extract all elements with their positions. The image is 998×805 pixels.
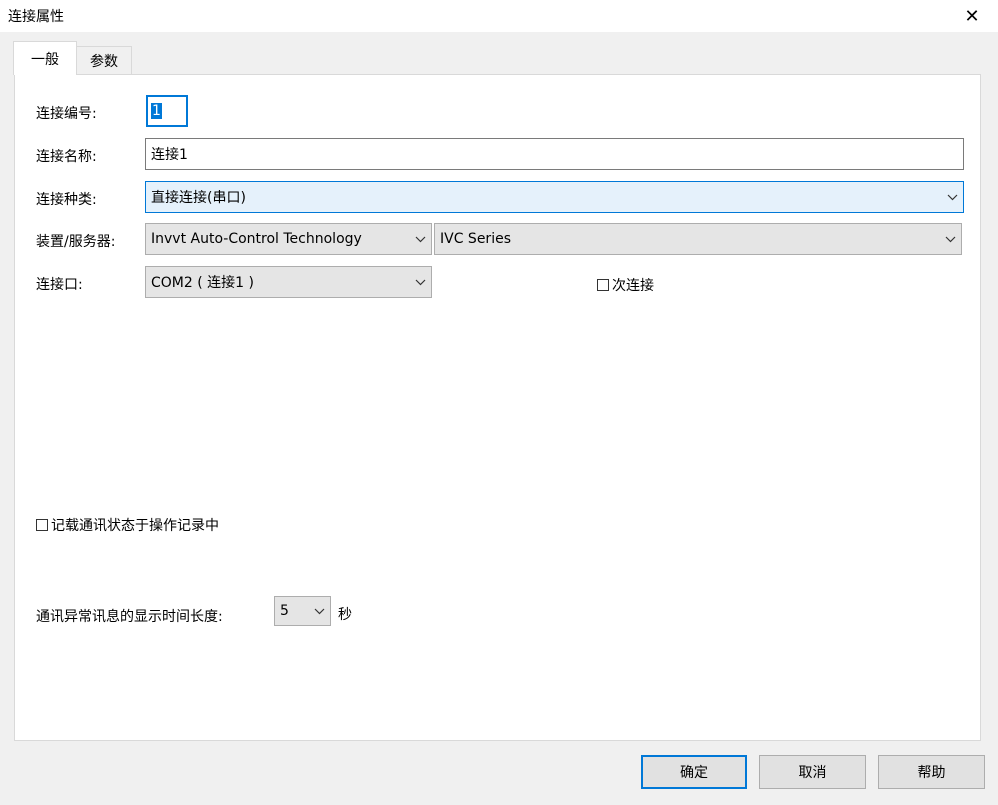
checkbox-box[interactable] <box>36 519 48 531</box>
ok-button[interactable]: 确定 <box>641 755 747 789</box>
connection-type-label: 连接种类: <box>36 192 97 208</box>
connection-name-label: 连接名称: <box>36 149 97 165</box>
timeout-unit: 秒 <box>338 607 352 623</box>
checkbox-box[interactable] <box>597 279 609 291</box>
tab-general[interactable]: 一般 <box>13 41 77 75</box>
log-comm-status-checkbox[interactable]: 记载通讯状态于操作记录中 <box>36 515 219 535</box>
close-icon: ✕ <box>964 5 980 27</box>
timeout-label: 通讯异常讯息的显示时间长度: <box>36 609 223 625</box>
help-button-label: 帮助 <box>917 765 946 781</box>
connection-id-input[interactable]: 1 <box>146 95 188 127</box>
chevron-down-icon <box>939 224 961 254</box>
port-label: 连接口: <box>36 277 83 293</box>
chevron-down-icon <box>308 597 330 625</box>
general-panel <box>14 74 981 741</box>
title-bar: 连接属性 ✕ <box>0 0 998 32</box>
connection-id-value: 1 <box>151 103 162 119</box>
connection-type-value: 直接连接(串口) <box>151 190 246 206</box>
chevron-down-icon <box>409 267 431 297</box>
chevron-down-icon <box>409 224 431 254</box>
close-button[interactable]: ✕ <box>958 2 986 30</box>
ok-button-label: 确定 <box>680 765 708 781</box>
connection-name-value: 连接1 <box>151 147 188 163</box>
secondary-connection-checkbox[interactable]: 次连接 <box>597 275 654 295</box>
timeout-value: 5 <box>280 603 289 619</box>
device-vendor-value: Invvt Auto-Control Technology <box>151 231 362 247</box>
device-server-label: 装置/服务器: <box>36 234 116 250</box>
connection-type-select[interactable]: 直接连接(串口) <box>145 181 964 213</box>
chevron-down-icon <box>941 182 963 212</box>
cancel-button-label: 取消 <box>798 765 827 781</box>
port-select[interactable]: COM2 ( 连接1 ) <box>145 266 432 298</box>
log-comm-status-label: 记载通讯状态于操作记录中 <box>51 518 219 534</box>
device-vendor-select[interactable]: Invvt Auto-Control Technology <box>145 223 432 255</box>
connection-name-input[interactable]: 连接1 <box>145 138 964 170</box>
connection-id-label: 连接编号: <box>36 106 97 122</box>
timeout-select[interactable]: 5 <box>274 596 331 626</box>
device-series-value: IVC Series <box>440 231 511 247</box>
port-value: COM2 ( 连接1 ) <box>151 275 254 291</box>
secondary-connection-label: 次连接 <box>612 278 654 294</box>
tab-parameters[interactable]: 参数 <box>77 46 132 74</box>
device-series-select[interactable]: IVC Series <box>434 223 962 255</box>
help-button[interactable]: 帮助 <box>878 755 985 789</box>
cancel-button[interactable]: 取消 <box>759 755 866 789</box>
tab-general-label: 一般 <box>31 51 59 68</box>
tab-parameters-label: 参数 <box>90 53 118 70</box>
window-title: 连接属性 <box>8 9 64 25</box>
